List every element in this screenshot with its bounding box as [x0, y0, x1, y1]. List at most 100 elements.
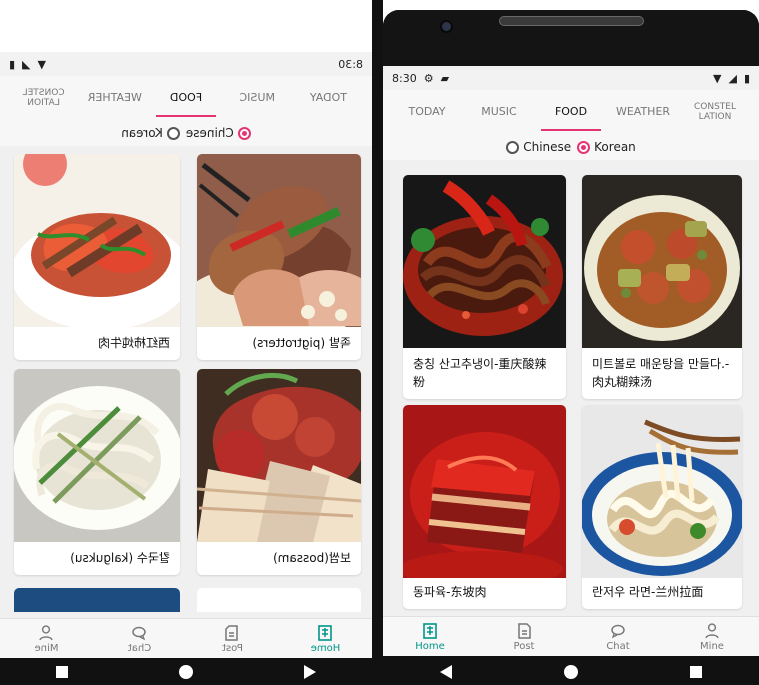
left-card-caption-bossam: 보쌈(bossam)	[273, 551, 351, 565]
left-card-caption-kalguksu: 칼국수 (kalguksu)	[70, 551, 170, 565]
right-tab-weather-label: WEATHER	[615, 105, 671, 118]
right-battery-icon: ▮	[743, 71, 750, 85]
right-tab-food[interactable]: FOOD	[535, 90, 607, 134]
left-network-icon: ◢	[22, 57, 31, 71]
left-partial-card-4	[14, 588, 180, 612]
left-radio-chinese-label: Chinese	[185, 126, 234, 140]
right-sim-icon: ▰	[440, 71, 450, 85]
left-nav-chat[interactable]: Chat	[93, 619, 186, 658]
left-bossam-food-illustration	[197, 369, 361, 542]
right-nav-post[interactable]: Post	[477, 617, 571, 656]
left-tomato-beef-image	[14, 154, 180, 327]
left-bossam-image	[197, 369, 361, 542]
right-tab-constellation-label: CONSTEL LATION	[693, 102, 736, 122]
right-meatball-soup-image	[582, 175, 742, 348]
left-radio-chinese-dot[interactable]	[237, 126, 251, 140]
right-status-icons: ▼ ◢ ▮	[713, 72, 750, 85]
right-home-circle-icon	[563, 664, 578, 679]
left-status-icons: ▼ ◢ ▮	[9, 58, 46, 71]
right-card-caption-dongpo-pork: 동파육-东坡肉	[413, 585, 487, 599]
left-nav-mine-label: Mine	[34, 642, 59, 654]
left-status-time: 8:30	[338, 57, 363, 71]
right-radio-chinese-dot[interactable]	[506, 140, 520, 154]
left-tab-today[interactable]: TODAY	[293, 76, 364, 120]
right-nav-mine-label: Mine	[700, 640, 724, 652]
right-status-left: 8:30 ⚙ ▰	[392, 72, 449, 85]
right-radio-chinese[interactable]: Chinese	[506, 140, 571, 154]
right-tab-weather[interactable]: WEATHER	[607, 90, 679, 134]
left-tab-weather-label: WEATHER	[87, 91, 142, 104]
left-food-card-bossam[interactable]: 보쌈(bossam)	[197, 369, 361, 575]
right-lanzhou-ramen-image	[582, 405, 742, 578]
right-food-card-suanlafen[interactable]: 충칭 산고추냉이-重庆酸辣粉	[403, 175, 566, 399]
left-radio-korean-dot[interactable]	[166, 126, 180, 140]
right-home-button[interactable]	[563, 664, 579, 680]
right-nav-home-label: Home	[415, 640, 445, 652]
right-food-card-lanzhou-ramen[interactable]: 란저우 라면-兰州拉面	[582, 405, 742, 609]
left-bottom-navigation: Home Post Chat Mine	[0, 618, 372, 658]
left-food-region-radios: Chinese Korean	[0, 120, 372, 146]
left-category-tabs: TODAY MUSIC FOOD WEATHER CONSTEL LATION	[0, 76, 372, 120]
left-food-card-pigtrotters[interactable]: 족발 (pigtrotters)	[197, 154, 361, 360]
left-radio-korean[interactable]: Korean	[121, 126, 180, 140]
right-food-grid: 충칭 산고추냉이-重庆酸辣粉 미트볼로 매운탕을 만들다.-肉丸糊辣汤 동파육-…	[383, 160, 759, 616]
left-signal-icon: ▼	[37, 57, 46, 71]
right-radio-korean-dot[interactable]	[577, 140, 591, 154]
left-tab-weather[interactable]: WEATHER	[79, 76, 150, 120]
right-tab-today[interactable]: TODAY	[391, 90, 463, 134]
right-food-card-dongpo-pork[interactable]: 동파육-东坡肉	[403, 405, 566, 609]
right-home-book-icon	[421, 622, 439, 640]
left-nav-chat-label: Chat	[127, 642, 152, 654]
left-tab-today-label: TODAY	[309, 91, 347, 104]
right-radio-chinese-label: Chinese	[523, 140, 572, 154]
right-signal-icon: ▼	[713, 71, 722, 85]
right-network-icon: ◢	[728, 71, 737, 85]
left-tab-music-label: MUSIC	[239, 91, 275, 104]
right-radio-korean[interactable]: Korean	[577, 140, 636, 154]
left-radio-chinese[interactable]: Chinese	[186, 126, 251, 140]
left-back-button[interactable]	[302, 664, 318, 680]
right-tab-music[interactable]: MUSIC	[463, 90, 535, 134]
right-nav-chat[interactable]: Chat	[571, 617, 665, 656]
right-bottom-navigation: Home Post Chat Mine	[383, 616, 759, 656]
center-black-divider	[372, 0, 383, 685]
right-recents-square-icon	[690, 665, 703, 678]
right-nav-home[interactable]: Home	[383, 617, 477, 656]
right-food-card-meatball-soup[interactable]: 미트볼로 매운탕을 만들다.-肉丸糊辣汤	[582, 175, 742, 399]
left-partial-card-3	[197, 588, 361, 612]
right-recents-button[interactable]	[688, 664, 704, 680]
right-dongpo-pork-food-illustration	[403, 405, 566, 578]
right-suanlafen-food-illustration	[403, 175, 566, 348]
left-recents-square-icon	[56, 665, 68, 678]
left-tab-food[interactable]: FOOD	[150, 76, 221, 120]
left-card-caption-tomato-beef: 西红柿炖牛肉	[97, 336, 170, 350]
left-tab-constellation-label: CONSTEL LATION	[22, 88, 65, 108]
right-back-button[interactable]	[438, 664, 454, 680]
left-kalguksu-food-illustration	[14, 369, 180, 542]
left-battery-icon: ▮	[9, 57, 16, 71]
right-chat-icon	[609, 622, 627, 640]
right-radio-korean-label: Korean	[594, 140, 636, 154]
left-recents-button[interactable]	[54, 664, 70, 680]
right-settings-icon: ⚙	[423, 71, 434, 85]
left-post-icon	[224, 624, 242, 642]
left-nav-mine[interactable]: Mine	[0, 619, 93, 658]
right-category-tabs: TODAY MUSIC FOOD WEATHER CONSTEL LATION	[383, 90, 759, 134]
left-home-circle-icon	[179, 664, 193, 679]
left-nav-post[interactable]: Post	[186, 619, 279, 658]
left-food-card-kalguksu[interactable]: 칼국수 (kalguksu)	[14, 369, 180, 575]
right-tab-constellation[interactable]: CONSTEL LATION	[679, 90, 751, 134]
left-home-button[interactable]	[178, 664, 194, 680]
left-food-card-tomato-beef[interactable]: 西红柿炖牛肉	[14, 154, 180, 360]
left-tab-constellation[interactable]: CONSTEL LATION	[8, 76, 79, 120]
left-nav-home[interactable]: Home	[279, 619, 372, 658]
right-nav-mine[interactable]: Mine	[665, 617, 759, 656]
right-food-region-radios: Chinese Korean	[383, 134, 759, 160]
left-tab-food-label: FOOD	[169, 91, 203, 104]
right-post-icon	[515, 622, 533, 640]
right-nav-chat-label: Chat	[606, 640, 630, 652]
left-nav-home-label: Home	[310, 642, 341, 654]
speaker-grille-icon	[499, 16, 644, 26]
left-food-grid: 족발 (pigtrotters) 西红柿炖牛肉 보쌈(bossam) 칼국수 (…	[0, 146, 372, 618]
left-tab-music[interactable]: MUSIC	[222, 76, 293, 120]
